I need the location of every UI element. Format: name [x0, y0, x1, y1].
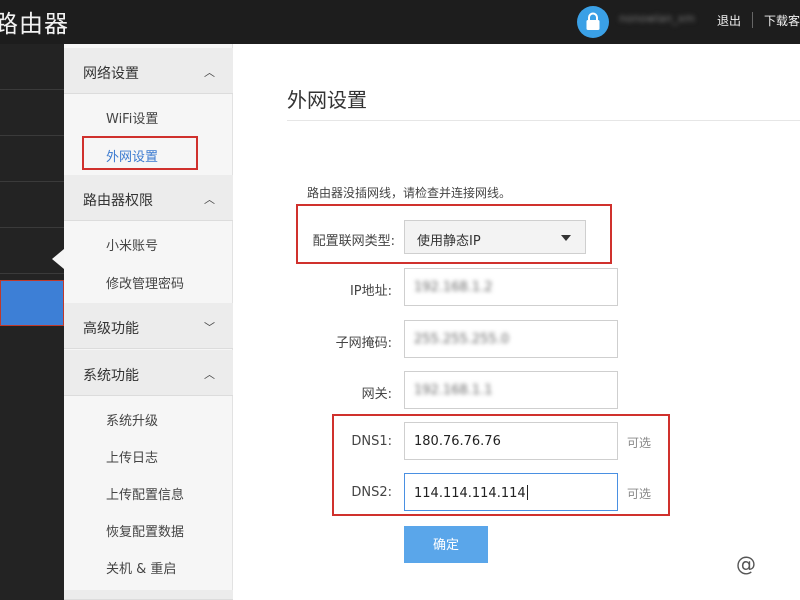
- submit-button[interactable]: 确定: [404, 526, 488, 563]
- rail-item[interactable]: [0, 136, 64, 182]
- username: nonowlan_xm: [619, 12, 695, 25]
- rail-item[interactable]: [0, 182, 64, 228]
- highlight-box: [82, 136, 198, 170]
- subnet-mask-field[interactable]: 255.255.255.0: [404, 320, 618, 358]
- highlight-box: [296, 204, 612, 264]
- gateway-field[interactable]: 192.168.1.1: [404, 371, 618, 409]
- sidebar-section-label: 网络设置: [83, 66, 139, 82]
- download-link[interactable]: 下载客: [764, 12, 800, 29]
- sidebar-section-advanced[interactable]: 高级功能 ﹀: [64, 303, 233, 349]
- ip-label: IP地址:: [349, 284, 392, 299]
- sidebar-item-change-password[interactable]: 修改管理密码: [106, 273, 184, 292]
- sidebar-section-partial: [64, 590, 233, 600]
- sidebar-item-wifi[interactable]: WiFi设置: [106, 108, 158, 127]
- highlight-box: [332, 414, 670, 516]
- rail-item-active[interactable]: [0, 280, 64, 326]
- gateway-value: 192.168.1.1: [414, 383, 493, 398]
- logout-link[interactable]: 退出: [717, 12, 741, 29]
- sidebar-section-router-permission[interactable]: 路由器权限 ︿: [64, 175, 233, 221]
- app-title: 路由器: [0, 10, 69, 38]
- sidebar-item-restore-config[interactable]: 恢复配置数据: [106, 521, 184, 540]
- sidebar-section-network[interactable]: 网络设置 ︿: [64, 48, 233, 94]
- chevron-up-icon: ︿: [204, 66, 215, 79]
- sidebar-item-system-upgrade[interactable]: 系统升级: [106, 410, 158, 429]
- lock-icon[interactable]: [577, 6, 609, 38]
- sidebar-item-upload-config[interactable]: 上传配置信息: [106, 484, 184, 503]
- subnet-value: 255.255.255.0: [414, 332, 510, 347]
- cable-notice: 路由器没插网线，请检查并连接网线。: [307, 186, 512, 200]
- top-bar: 路由器 nonowlan_xm 退出 下载客: [0, 0, 800, 44]
- sidebar-section-system[interactable]: 系统功能 ︿: [64, 350, 233, 396]
- chevron-up-icon: ︿: [204, 368, 215, 381]
- main-nav-rail: [0, 44, 64, 600]
- sidebar-section-label: 系统功能: [83, 368, 139, 384]
- sidebar-section-label: 高级功能: [83, 321, 139, 337]
- sidebar-item-shutdown-restart[interactable]: 关机 & 重启: [106, 558, 176, 577]
- sidebar-item-mi-account[interactable]: 小米账号: [106, 235, 158, 254]
- subnet-label: 子网掩码:: [335, 336, 392, 351]
- rail-item[interactable]: [0, 90, 64, 136]
- rail-item[interactable]: [0, 44, 64, 90]
- sidebar-item-upload-log[interactable]: 上传日志: [106, 447, 158, 466]
- divider: [287, 120, 800, 121]
- chevron-up-icon: ︿: [204, 193, 215, 206]
- settings-sidebar: 网络设置 ︿ WiFi设置 外网设置 路由器权限 ︿ 小米账号 修改管理密码 高…: [64, 44, 233, 600]
- watermark: @: [736, 552, 756, 576]
- ip-address-field[interactable]: 192.168.1.2: [404, 268, 618, 306]
- page-title: 外网设置: [287, 88, 367, 112]
- sidebar-section-label: 路由器权限: [83, 193, 153, 209]
- gateway-label: 网关:: [361, 387, 392, 402]
- divider: [752, 12, 753, 28]
- ip-value: 192.168.1.2: [414, 280, 493, 295]
- chevron-down-icon: ﹀: [204, 321, 215, 334]
- active-pointer-icon: [52, 249, 64, 269]
